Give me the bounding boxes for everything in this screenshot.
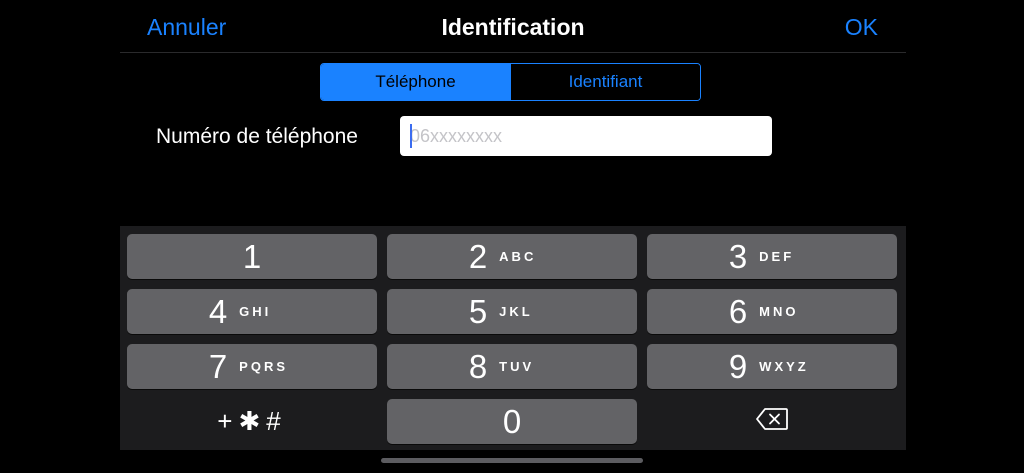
key-9[interactable]: 9 WXYZ <box>647 344 897 389</box>
key-1[interactable]: 1 <box>127 234 377 279</box>
symbols-label: +✱# <box>217 406 287 436</box>
text-caret <box>410 124 412 148</box>
key-digit: 2 <box>468 238 488 275</box>
key-digit: 7 <box>208 348 228 385</box>
key-digit: 0 <box>502 403 522 440</box>
phone-number-label: Numéro de téléphone <box>156 125 358 148</box>
key-letters: JKL <box>499 304 533 319</box>
key-letters: TUV <box>499 359 535 374</box>
key-digit: 8 <box>468 348 488 385</box>
key-letters: ABC <box>499 249 537 264</box>
key-8[interactable]: 8 TUV <box>387 344 637 389</box>
login-mode-segmented-control: Téléphone Identifiant <box>320 63 701 101</box>
key-3[interactable]: 3 DEF <box>647 234 897 279</box>
key-5[interactable]: 5 JKL <box>387 289 637 334</box>
key-letters: PQRS <box>239 359 289 374</box>
ok-button[interactable]: OK <box>845 14 878 41</box>
phone-number-input[interactable] <box>400 116 772 156</box>
key-letters: DEF <box>759 249 795 264</box>
delete-key[interactable] <box>647 399 897 444</box>
key-2[interactable]: 2 ABC <box>387 234 637 279</box>
key-digit: 6 <box>728 293 748 330</box>
key-4[interactable]: 4 GHI <box>127 289 377 334</box>
delete-backspace-icon <box>755 407 789 436</box>
key-digit: 4 <box>208 293 228 330</box>
symbols-key[interactable]: +✱# <box>127 399 377 444</box>
page-title: Identification <box>441 14 585 40</box>
segment-telephone[interactable]: Téléphone <box>321 64 510 100</box>
key-letters: MNO <box>759 304 799 319</box>
key-6[interactable]: 6 MNO <box>647 289 897 334</box>
key-digit: 5 <box>468 293 488 330</box>
segment-identifiant[interactable]: Identifiant <box>510 64 700 100</box>
identification-screen: Annuler Identification OK Téléphone Iden… <box>0 0 1024 473</box>
key-digit: 1 <box>242 238 262 275</box>
navigation-bar: Annuler Identification OK <box>120 0 906 53</box>
home-indicator[interactable] <box>381 458 643 463</box>
key-letters: GHI <box>239 304 272 319</box>
key-0[interactable]: 0 <box>387 399 637 444</box>
key-digit: 9 <box>728 348 748 385</box>
numeric-keypad: 1 2 ABC 3 DEF 4 GHI 5 JKL 6 MNO 7 PQRS 8… <box>120 226 906 450</box>
key-letters: WXYZ <box>759 359 809 374</box>
key-digit: 3 <box>728 238 748 275</box>
key-7[interactable]: 7 PQRS <box>127 344 377 389</box>
